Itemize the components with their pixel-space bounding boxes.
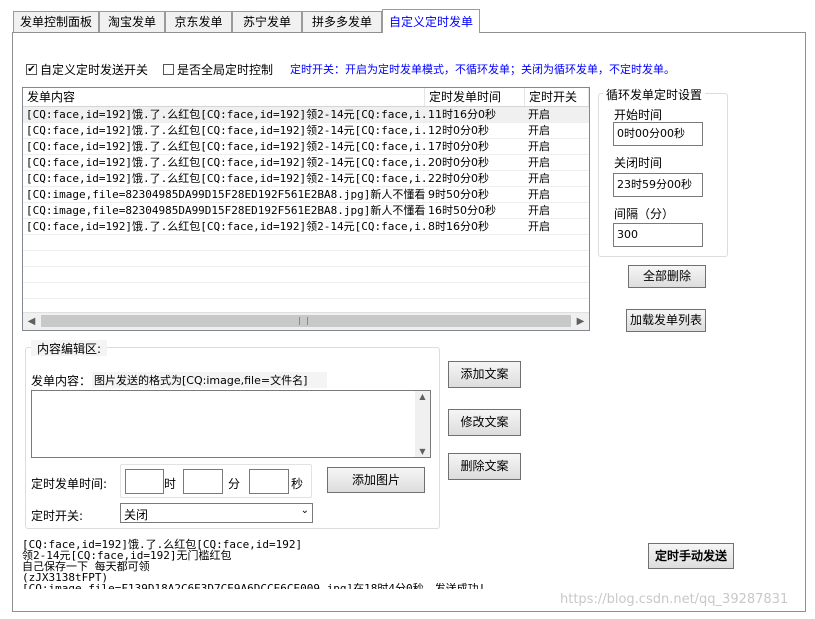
row-divider bbox=[23, 234, 589, 235]
second-unit: 秒 bbox=[291, 477, 304, 491]
row-switch: 开启 bbox=[528, 108, 550, 121]
load-list-button[interactable]: 加载发单列表 bbox=[626, 309, 706, 332]
table-row[interactable]: [CQ:face,id=192]饿.了.么红包[CQ:face,id=192]领… bbox=[23, 107, 589, 123]
row-switch: 开启 bbox=[528, 156, 550, 169]
scroll-up-icon[interactable]: ▲ bbox=[415, 392, 430, 401]
start-time-label: 开始时间 bbox=[614, 108, 663, 122]
add-image-button[interactable]: 添加图片 bbox=[327, 467, 425, 493]
row-content: [CQ:face,id=192]饿.了.么红包[CQ:face,id=192]领… bbox=[26, 220, 425, 233]
start-time-field[interactable]: 0时00分00秒 bbox=[613, 122, 703, 146]
manual-send-button[interactable]: 定时手动发送 bbox=[648, 543, 734, 569]
table-row[interactable]: [CQ:face,id=192]饿.了.么红包[CQ:face,id=192]领… bbox=[23, 171, 589, 187]
row-time: 9时50分0秒 bbox=[428, 188, 489, 201]
watermark: https://blog.csdn.net/qq_39287831 bbox=[560, 592, 789, 607]
custom-timer-checkbox[interactable]: ✔ bbox=[26, 64, 37, 75]
row-divider bbox=[23, 330, 589, 331]
interval-field[interactable]: 300 bbox=[613, 223, 703, 247]
tab-suning[interactable]: 苏宁发单 bbox=[232, 11, 302, 32]
row-switch: 开启 bbox=[528, 140, 550, 153]
hour-unit: 时 bbox=[164, 477, 177, 491]
row-time: 22时0分0秒 bbox=[428, 172, 489, 185]
row-time: 8时16分0秒 bbox=[428, 220, 489, 233]
switch-label: 定时开关: bbox=[31, 509, 84, 523]
row-time: 17时0分0秒 bbox=[428, 140, 489, 153]
switch-select[interactable]: 关闭 ⌄ bbox=[120, 503, 313, 523]
row-content: [CQ:image,file=82304985DA99D15F28ED192F5… bbox=[26, 188, 425, 201]
send-list[interactable]: 发单内容 定时发单时间 定时开关 [CQ:face,id=192]饿.了.么红包… bbox=[22, 87, 590, 331]
row-divider bbox=[23, 298, 589, 299]
grip-icon bbox=[299, 317, 308, 325]
list-header: 发单内容 定时发单时间 定时开关 bbox=[23, 88, 589, 107]
row-switch: 开启 bbox=[528, 172, 550, 185]
row-time: 11时16分0秒 bbox=[428, 108, 496, 121]
log-line: [CQ:image,file=F139D18A2C6E3D7CE9A6DCCE6… bbox=[22, 583, 622, 589]
scroll-down-icon[interactable]: ▼ bbox=[415, 447, 430, 456]
row-switch: 开启 bbox=[528, 204, 550, 217]
log-line: (zJX3138tFPT) bbox=[22, 571, 109, 584]
table-row[interactable]: [CQ:image,file=82304985DA99D15F28ED192F5… bbox=[23, 203, 589, 219]
row-time: 16时50分0秒 bbox=[428, 204, 496, 217]
tab-control-panel[interactable]: 发单控制面板 bbox=[13, 11, 99, 32]
content-textarea[interactable]: ▲ ▼ bbox=[31, 390, 431, 458]
table-row[interactable]: [CQ:face,id=192]饿.了.么红包[CQ:face,id=192]领… bbox=[23, 123, 589, 139]
column-header-content[interactable]: 发单内容 bbox=[23, 88, 425, 106]
tab-custom-timer[interactable]: 自定义定时发单 bbox=[382, 9, 480, 33]
global-timer-checkbox[interactable] bbox=[163, 64, 174, 75]
row-divider bbox=[23, 282, 589, 283]
content-label: 发单内容： bbox=[31, 374, 92, 388]
content-format-hint: 图片发送的格式为[CQ:image,file=文件名] bbox=[92, 372, 328, 388]
scroll-left-icon[interactable]: ◀ bbox=[23, 313, 40, 330]
second-field[interactable] bbox=[249, 469, 289, 494]
tab-bar: 发单控制面板 淘宝发单 京东发单 苏宁发单 拼多多发单 自定义定时发单 bbox=[0, 0, 815, 33]
scroll-right-icon[interactable]: ▶ bbox=[572, 313, 589, 330]
custom-timer-label: 自定义定时发送开关 bbox=[40, 63, 149, 77]
row-switch: 开启 bbox=[528, 220, 550, 233]
row-time: 20时0分0秒 bbox=[428, 156, 489, 169]
timer-switch-hint: 定时开关：开启为定时发单模式，不循环发单；关闭为循环发单，不定时发单。 bbox=[290, 63, 675, 76]
table-row[interactable]: [CQ:face,id=192]饿.了.么红包[CQ:face,id=192]领… bbox=[23, 155, 589, 171]
row-divider bbox=[23, 250, 589, 251]
row-switch: 开启 bbox=[528, 124, 550, 137]
end-time-label: 关闭时间 bbox=[614, 156, 663, 170]
row-divider bbox=[23, 266, 589, 267]
row-content: [CQ:face,id=192]饿.了.么红包[CQ:face,id=192]领… bbox=[26, 124, 425, 137]
end-time-field[interactable]: 23时59分00秒 bbox=[613, 173, 703, 197]
table-row[interactable]: [CQ:image,file=82304985DA99D15F28ED192F5… bbox=[23, 187, 589, 203]
send-time-label: 定时发单时间: bbox=[31, 477, 108, 491]
interval-label: 间隔（分） bbox=[614, 207, 675, 221]
delete-all-button[interactable]: 全部删除 bbox=[628, 265, 706, 288]
row-content: [CQ:face,id=192]饿.了.么红包[CQ:face,id=192]领… bbox=[26, 140, 425, 153]
send-log: [CQ:face,id=192]饿.了.么红包[CQ:face,id=192] … bbox=[22, 539, 622, 589]
delete-text-button[interactable]: 删除文案 bbox=[448, 453, 521, 480]
row-content: [CQ:face,id=192]饿.了.么红包[CQ:face,id=192]领… bbox=[26, 172, 425, 185]
horizontal-scrollbar[interactable]: ◀ ▶ bbox=[23, 312, 589, 330]
log-line: 自己保存一下 每天都可领 bbox=[22, 560, 150, 573]
content-editor-title: 内容编辑区: bbox=[31, 340, 108, 356]
chevron-down-icon: ⌄ bbox=[300, 505, 309, 516]
row-content: [CQ:face,id=192]饿.了.么红包[CQ:face,id=192]领… bbox=[26, 108, 425, 121]
column-header-time[interactable]: 定时发单时间 bbox=[425, 88, 525, 106]
tab-pinduoduo[interactable]: 拼多多发单 bbox=[302, 11, 382, 32]
hour-field[interactable] bbox=[125, 469, 164, 494]
textarea-scrollbar[interactable]: ▲ ▼ bbox=[415, 391, 430, 457]
switch-select-value: 关闭 bbox=[124, 508, 149, 522]
column-header-switch[interactable]: 定时开关 bbox=[525, 88, 589, 106]
modify-text-button[interactable]: 修改文案 bbox=[448, 409, 521, 436]
minute-unit: 分 bbox=[228, 477, 241, 491]
content-textarea-value bbox=[32, 391, 430, 395]
minute-field[interactable] bbox=[183, 469, 223, 494]
table-row[interactable]: [CQ:face,id=192]饿.了.么红包[CQ:face,id=192]领… bbox=[23, 139, 589, 155]
row-content: [CQ:face,id=192]饿.了.么红包[CQ:face,id=192]领… bbox=[26, 156, 425, 169]
loop-timer-title: 循环发单定时设置 bbox=[603, 86, 706, 103]
add-text-button[interactable]: 添加文案 bbox=[448, 361, 521, 388]
global-timer-label: 是否全局定时控制 bbox=[177, 63, 274, 77]
table-row[interactable]: [CQ:face,id=192]饿.了.么红包[CQ:face,id=192]领… bbox=[23, 219, 589, 235]
scroll-thumb[interactable] bbox=[41, 315, 571, 327]
row-time: 12时0分0秒 bbox=[428, 124, 489, 137]
tab-taobao[interactable]: 淘宝发单 bbox=[99, 11, 165, 32]
row-content: [CQ:image,file=82304985DA99D15F28ED192F5… bbox=[26, 204, 425, 217]
row-switch: 开启 bbox=[528, 188, 550, 201]
tab-jd[interactable]: 京东发单 bbox=[165, 11, 232, 32]
